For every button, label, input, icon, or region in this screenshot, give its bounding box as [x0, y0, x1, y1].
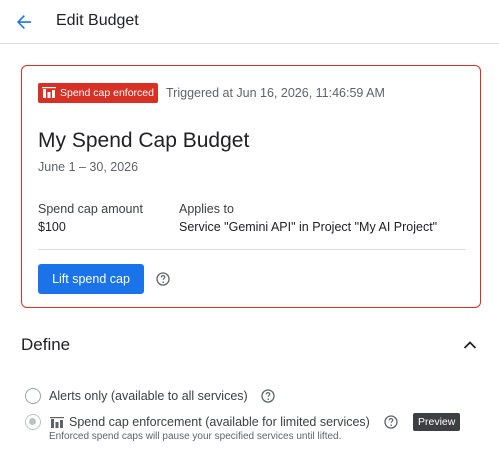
spend-cap-enforcement-label: Spend cap enforcement (available for lim… — [69, 415, 370, 429]
spend-cap-enforcement-description: Enforced spend caps will pause your spec… — [49, 431, 342, 442]
divider — [38, 249, 466, 250]
page-title: Edit Budget — [56, 12, 139, 29]
amount-value: $100 — [38, 220, 66, 234]
help-circle-icon[interactable] — [261, 389, 275, 403]
spend-cap-card: Spend cap enforced Triggered at Jun 16, … — [21, 65, 481, 308]
alerts-only-label: Alerts only (available to all services) — [49, 389, 248, 403]
help-circle-icon[interactable] — [156, 272, 170, 286]
spend-cap-icon — [50, 417, 64, 428]
preview-badge: Preview — [413, 413, 461, 431]
amount-label: Spend cap amount — [38, 202, 143, 216]
help-circle-icon[interactable] — [384, 415, 398, 429]
budget-name: My Spend Cap Budget — [38, 129, 250, 152]
collapse-define-button[interactable] — [460, 335, 480, 355]
top-bar: Edit Budget — [0, 0, 499, 44]
applies-value: Service "Gemini API" in Project "My AI P… — [179, 220, 438, 234]
applies-label: Applies to — [179, 202, 234, 216]
badge-label: Spend cap enforced — [60, 87, 154, 99]
alerts-only-radio[interactable] — [25, 388, 41, 404]
arrow-left-icon — [17, 15, 31, 29]
back-button[interactable] — [12, 10, 36, 34]
lift-spend-cap-button[interactable]: Lift spend cap — [38, 264, 144, 294]
budget-dates: June 1 – 30, 2026 — [38, 160, 139, 174]
spend-cap-icon — [42, 87, 56, 98]
spend-cap-enforcement-radio[interactable] — [25, 414, 41, 430]
triggered-timestamp: Triggered at Jun 16, 2026, 11:46:59 AM — [166, 86, 385, 100]
chevron-up-icon — [463, 341, 477, 349]
spend-cap-enforced-badge: Spend cap enforced — [38, 83, 158, 103]
define-section-title: Define — [21, 335, 71, 354]
